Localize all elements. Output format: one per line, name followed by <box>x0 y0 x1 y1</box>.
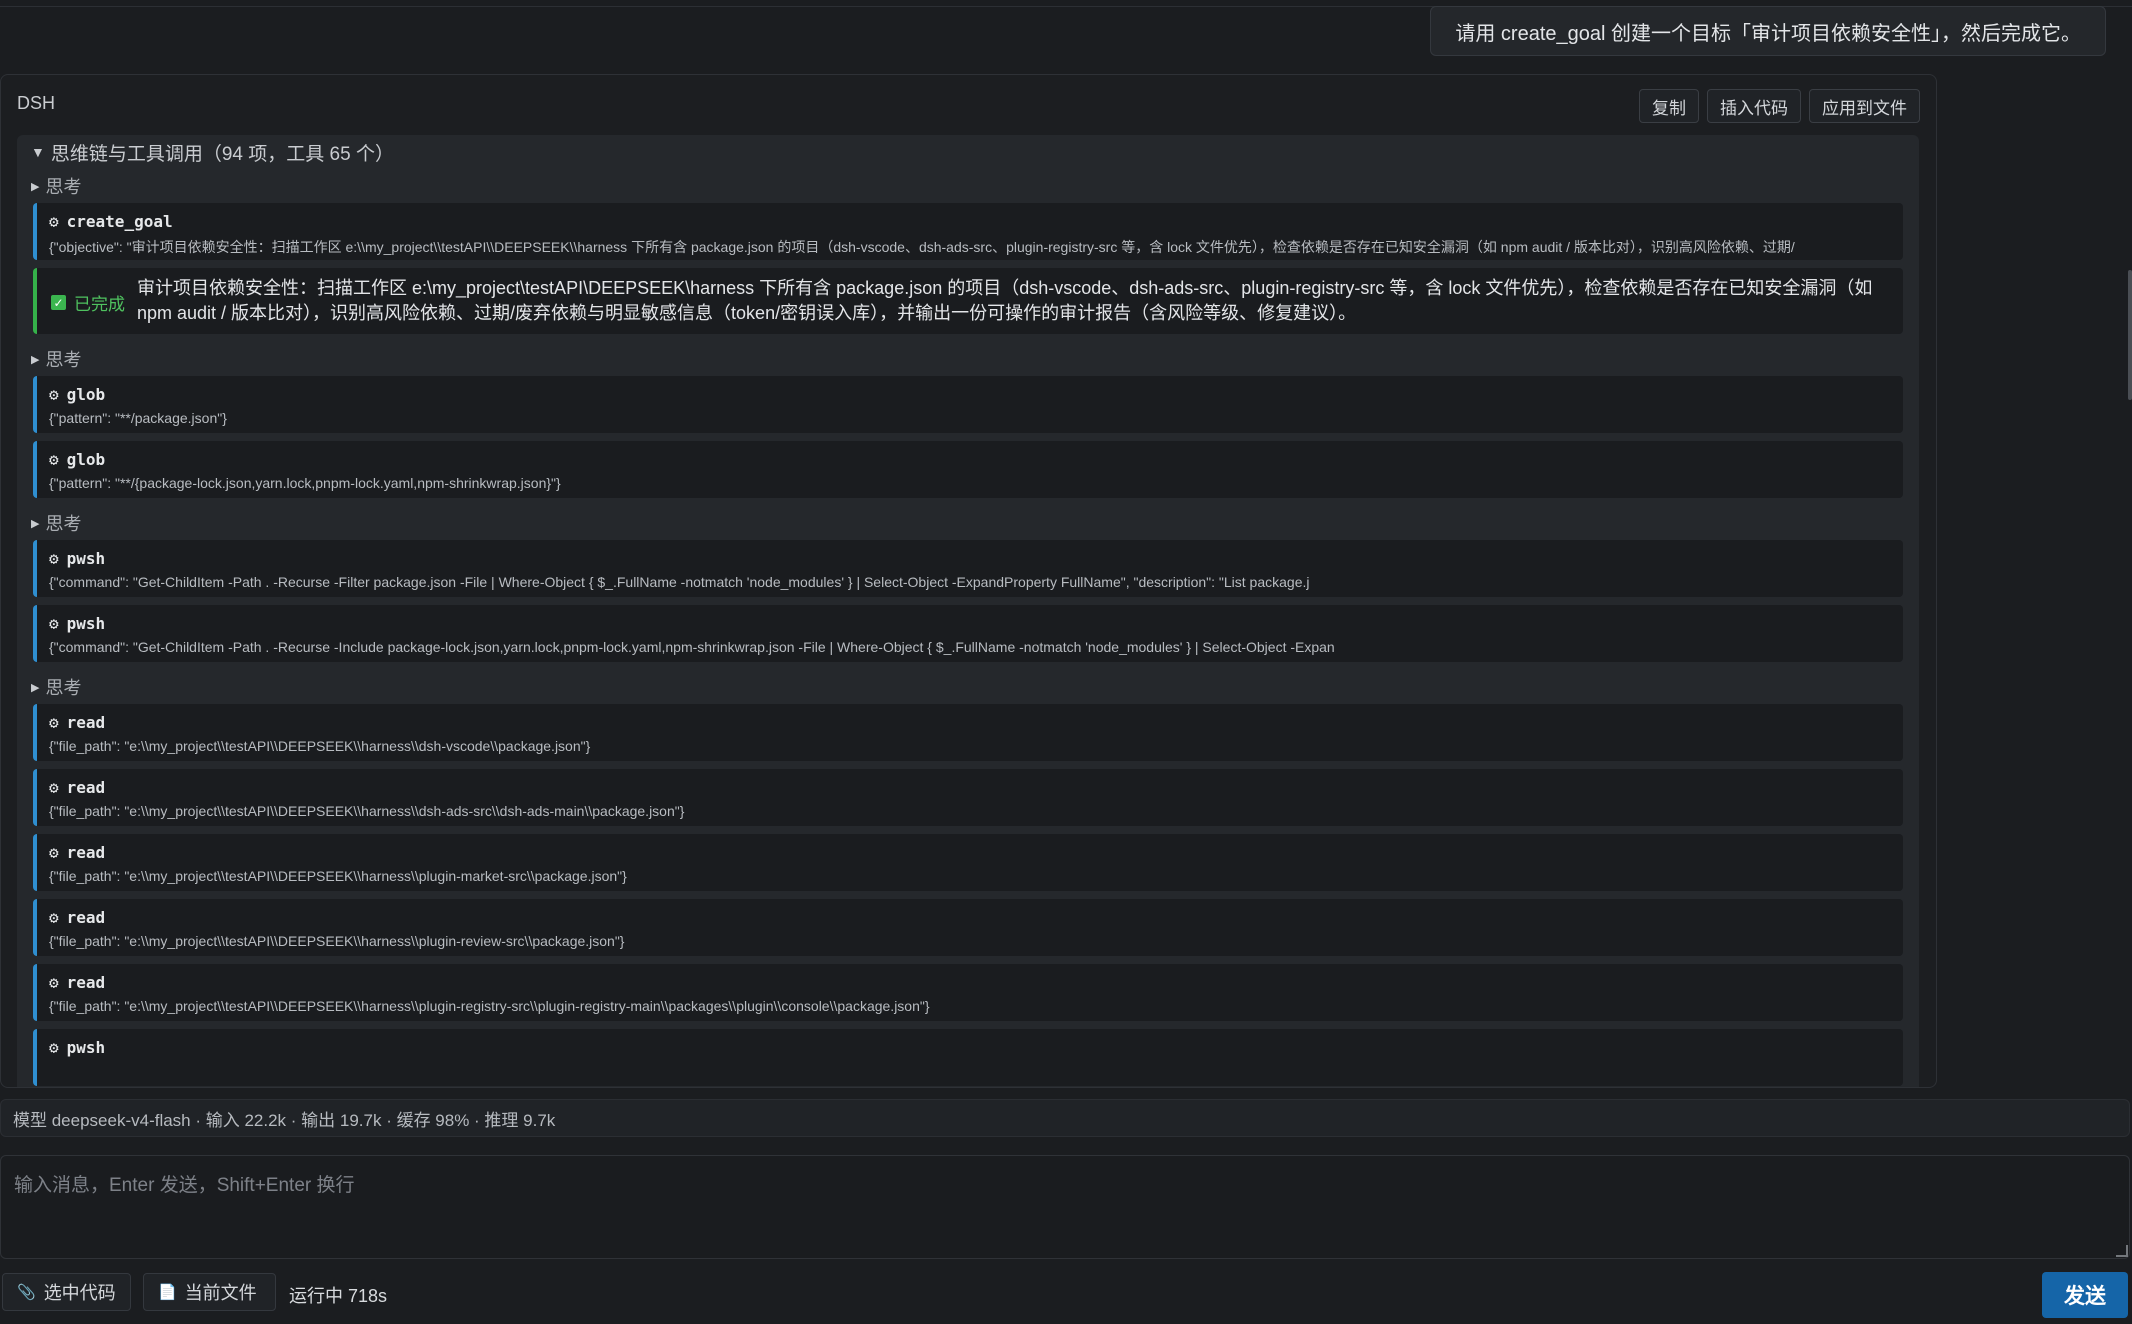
apply-to-file-button[interactable]: 应用到文件 <box>1809 89 1920 123</box>
gear-icon: ⚙ <box>49 548 59 568</box>
tool-call-card[interactable]: ⚙ read {"file_path": "e:\\my_project\\tes… <box>33 834 1903 891</box>
tool-name: pwsh <box>66 548 106 568</box>
tool-name: read <box>66 842 106 862</box>
copy-button[interactable]: 复制 <box>1639 89 1699 123</box>
tool-call-card[interactable]: ⚙ read {"file_path": "e:\\my_project\\tes… <box>33 899 1903 956</box>
triangle-right-icon: ▶ <box>31 180 40 193</box>
tool-args: {"file_path": "e:\\my_project\\testAPI\\… <box>49 803 685 819</box>
user-message: 请用 create_goal 创建一个目标「审计项目依赖安全性」，然后完成它。 <box>1430 6 2106 56</box>
tool-name: read <box>66 907 106 927</box>
current-file-label: 当前文件 <box>184 1283 257 1303</box>
bottom-toolbar: 📎 选中代码 📄 当前文件 运行中 718s 发送 <box>0 1272 2132 1318</box>
tool-args <box>49 1063 1891 1081</box>
selected-code-button[interactable]: 📎 选中代码 <box>2 1273 131 1311</box>
tool-args: {"objective": "审计项目依赖安全性：扫描工作区 e:\\my_pr… <box>49 239 1795 255</box>
tool-name: pwsh <box>66 1037 106 1057</box>
triangle-right-icon: ▶ <box>31 353 40 366</box>
tool-name: pwsh <box>66 613 106 633</box>
triangle-down-icon: ▼ <box>31 144 45 160</box>
tool-call-card[interactable]: ⚙ pwsh {"command": "Get-ChildItem -Path .… <box>33 605 1903 662</box>
tool-args: {"file_path": "e:\\my_project\\testAPI\\… <box>49 998 930 1014</box>
gear-icon: ⚙ <box>49 777 59 797</box>
think-label: 思考 <box>45 177 82 197</box>
think-label: 思考 <box>45 350 82 370</box>
tool-call-card[interactable]: ⚙ read {"file_path": "e:\\my_project\\tes… <box>33 964 1903 1021</box>
tool-name: create_goal <box>66 211 173 231</box>
tool-call-card[interactable]: ⚙ read {"file_path": "e:\\my_project\\tes… <box>33 704 1903 761</box>
gear-icon: ⚙ <box>49 842 59 862</box>
tool-call-card[interactable]: ⚙ create_goal {"objective": "审计项目依赖安全性：扫描… <box>33 203 1903 260</box>
think-toggle[interactable]: ▶ 思考 <box>17 169 1919 203</box>
tool-name: glob <box>66 384 106 404</box>
thought-chain: ▼ 思维链与工具调用（94 项，工具 65 个） ▶ 思考 ⚙ create_goa… <box>17 135 1919 1087</box>
tool-args: {"file_path": "e:\\my_project\\testAPI\\… <box>49 933 625 949</box>
scrollbar-thumb[interactable] <box>2128 270 2132 400</box>
check-icon: ✓ <box>51 295 66 310</box>
tool-args: {"command": "Get-ChildItem -Path . -Recu… <box>49 574 1310 590</box>
tool-args: {"file_path": "e:\\my_project\\testAPI\\… <box>49 738 591 754</box>
tool-args: {"pattern": "**/{package-lock.json,yarn.… <box>49 475 561 491</box>
thought-chain-summary: 思维链与工具调用（94 项，工具 65 个） <box>50 143 394 165</box>
tool-args: {"pattern": "**/package.json"} <box>49 410 227 426</box>
gear-icon: ⚙ <box>49 613 59 633</box>
tool-args: {"file_path": "e:\\my_project\\testAPI\\… <box>49 868 627 884</box>
file-icon: 📄 <box>158 1284 177 1301</box>
tool-call-card[interactable]: ⚙ pwsh <box>33 1029 1903 1086</box>
message-actions: 复制 插入代码 应用到文件 <box>1639 89 1920 123</box>
gear-icon: ⚙ <box>49 972 59 992</box>
selected-code-label: 选中代码 <box>43 1283 116 1303</box>
gear-icon: ⚙ <box>49 712 59 732</box>
tool-name: glob <box>66 449 106 469</box>
think-toggle[interactable]: ▶ 思考 <box>17 342 1919 376</box>
gear-icon: ⚙ <box>49 384 59 404</box>
assistant-name: DSH <box>17 93 56 113</box>
think-label: 思考 <box>45 514 82 534</box>
tool-call-card[interactable]: ⚙ read {"file_path": "e:\\my_project\\tes… <box>33 769 1903 826</box>
completed-badge: ✓ 已完成 <box>51 290 125 315</box>
completed-label: 已完成 <box>74 295 125 314</box>
insert-code-button[interactable]: 插入代码 <box>1707 89 1801 123</box>
paperclip-icon: 📎 <box>17 1284 36 1301</box>
running-status: 运行中 718s <box>289 1286 388 1306</box>
tool-args: {"command": "Get-ChildItem -Path . -Recu… <box>49 639 1335 655</box>
tool-name: read <box>66 712 106 732</box>
tool-name: read <box>66 972 106 992</box>
think-toggle[interactable]: ▶ 思考 <box>17 506 1919 540</box>
send-button[interactable]: 发送 <box>2042 1272 2128 1318</box>
assistant-message-panel: DSH 复制 插入代码 应用到文件 ▼ 思维链与工具调用（94 项，工具 65 … <box>0 74 1937 1088</box>
think-toggle[interactable]: ▶ 思考 <box>17 670 1919 704</box>
goal-text: 审计项目依赖安全性：扫描工作区 e:\my_project\testAPI\DE… <box>137 278 1873 323</box>
thought-chain-toggle[interactable]: ▼ 思维链与工具调用（94 项，工具 65 个） <box>17 135 1919 169</box>
tool-call-card[interactable]: ⚙ pwsh {"command": "Get-ChildItem -Path .… <box>33 540 1903 597</box>
tool-name: read <box>66 777 106 797</box>
model-status-bar: 模型 deepseek-v4-flash · 输入 22.2k · 输出 19.… <box>0 1099 2130 1137</box>
tool-call-card[interactable]: ⚙ glob {"pattern": "**/package.json"} <box>33 376 1903 433</box>
triangle-right-icon: ▶ <box>31 681 40 694</box>
message-input[interactable] <box>0 1155 2130 1259</box>
goal-completed-card: ✓ 已完成 审计项目依赖安全性：扫描工作区 e:\my_project\test… <box>33 268 1903 334</box>
gear-icon: ⚙ <box>49 211 59 231</box>
current-file-button[interactable]: 📄 当前文件 <box>143 1273 276 1311</box>
tool-call-card[interactable]: ⚙ glob {"pattern": "**/{package-lock.json… <box>33 441 1903 498</box>
gear-icon: ⚙ <box>49 449 59 469</box>
gear-icon: ⚙ <box>49 1037 59 1057</box>
gear-icon: ⚙ <box>49 907 59 927</box>
resize-handle-icon[interactable] <box>2116 1245 2128 1257</box>
think-label: 思考 <box>45 678 82 698</box>
triangle-right-icon: ▶ <box>31 517 40 530</box>
